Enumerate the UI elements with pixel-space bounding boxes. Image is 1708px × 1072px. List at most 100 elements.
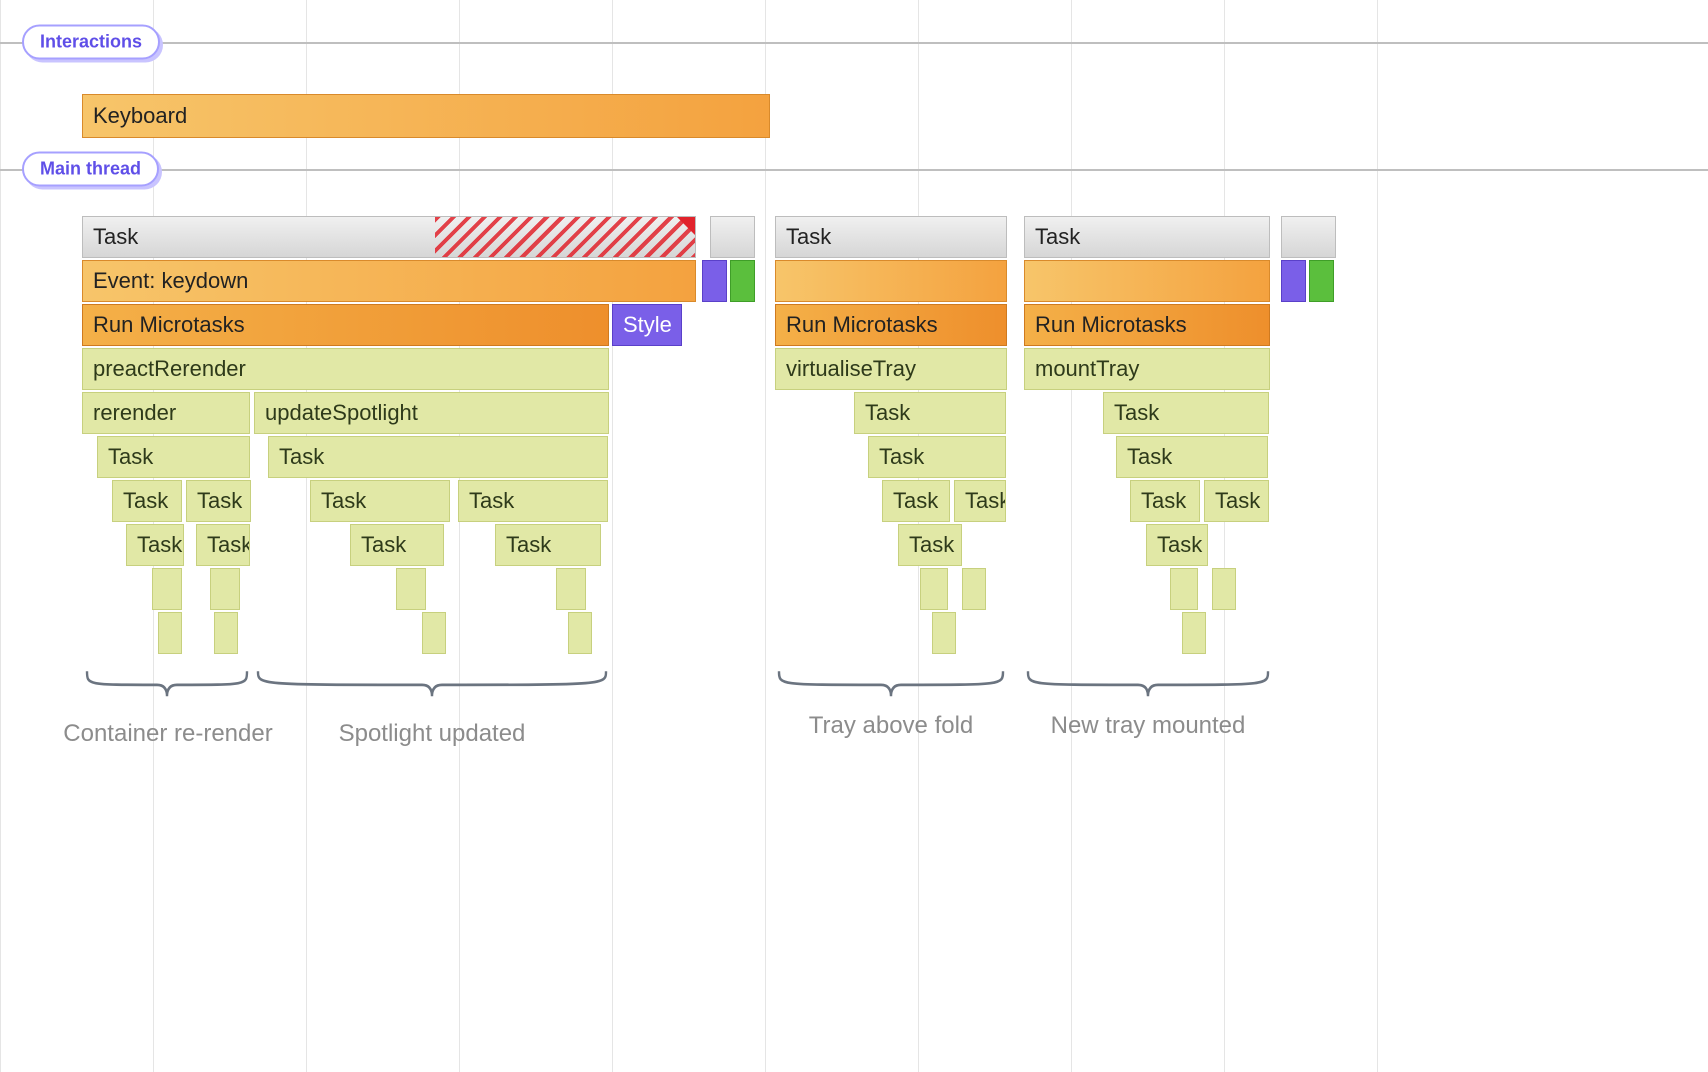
paint-sliver[interactable] bbox=[1281, 260, 1306, 302]
brace-label: New tray mounted bbox=[1051, 712, 1246, 740]
task-leaf[interactable]: Task bbox=[350, 524, 444, 566]
task-leaf[interactable]: Task bbox=[1130, 480, 1200, 522]
task-leaf[interactable]: Task bbox=[898, 524, 962, 566]
style-bar[interactable]: Style bbox=[612, 304, 682, 346]
event-bar[interactable] bbox=[1024, 260, 1270, 302]
bar-label: Task bbox=[786, 224, 831, 250]
task-tiny[interactable] bbox=[1212, 568, 1236, 610]
bar-label: Run Microtasks bbox=[1035, 312, 1187, 338]
task-leaf[interactable]: Task bbox=[954, 480, 1006, 522]
brace-label: Tray above fold bbox=[809, 712, 974, 740]
task-leaf[interactable]: Task bbox=[458, 480, 608, 522]
task-tiny[interactable] bbox=[210, 568, 240, 610]
interactions-label: Interactions bbox=[40, 32, 142, 52]
bar-label: Event: keydown bbox=[93, 268, 248, 294]
bar-label: Task bbox=[321, 488, 366, 514]
task-leaf[interactable]: Task bbox=[1204, 480, 1269, 522]
preact-rerender-bar[interactable]: preactRerender bbox=[82, 348, 609, 390]
task-tiny[interactable] bbox=[1170, 568, 1198, 610]
run-microtasks-bar[interactable]: Run Microtasks bbox=[82, 304, 609, 346]
event-bar[interactable] bbox=[775, 260, 1007, 302]
paint-sliver[interactable] bbox=[730, 260, 755, 302]
run-microtasks-bar[interactable]: Run Microtasks bbox=[775, 304, 1007, 346]
task-tiny[interactable] bbox=[932, 612, 956, 654]
bar-label: rerender bbox=[93, 400, 176, 426]
task-tiny[interactable] bbox=[962, 568, 986, 610]
brace-new-tray-mounted bbox=[1026, 669, 1270, 703]
rerender-bar[interactable]: rerender bbox=[82, 392, 250, 434]
task-tiny[interactable] bbox=[152, 568, 182, 610]
task-leaf[interactable]: Task bbox=[1146, 524, 1208, 566]
mount-tray-bar[interactable]: mountTray bbox=[1024, 348, 1270, 390]
bar-label: preactRerender bbox=[93, 356, 246, 382]
task-leaf[interactable]: Task bbox=[1116, 436, 1268, 478]
brace-container-rerender bbox=[85, 669, 249, 703]
task-tiny[interactable] bbox=[920, 568, 948, 610]
bar-label: updateSpotlight bbox=[265, 400, 418, 426]
task-leaf[interactable]: Task bbox=[854, 392, 1006, 434]
task-leaf[interactable]: Task bbox=[1103, 392, 1269, 434]
bar-label: Task bbox=[893, 488, 938, 514]
task-tiny[interactable] bbox=[422, 612, 446, 654]
task-leaf[interactable]: Task bbox=[186, 480, 251, 522]
task-leaf[interactable]: Task bbox=[310, 480, 450, 522]
task-bar[interactable]: Task bbox=[82, 216, 696, 258]
task-tiny[interactable] bbox=[568, 612, 592, 654]
task-tiny[interactable] bbox=[158, 612, 182, 654]
bar-label: Task bbox=[361, 532, 406, 558]
task-bar[interactable]: Task bbox=[775, 216, 1007, 258]
task-tiny[interactable] bbox=[214, 612, 238, 654]
bar-label: Run Microtasks bbox=[786, 312, 938, 338]
main-thread-pill[interactable]: Main thread bbox=[22, 152, 159, 187]
event-keydown-bar[interactable]: Event: keydown bbox=[82, 260, 696, 302]
task-sliver[interactable] bbox=[1281, 216, 1336, 258]
bar-label: Task bbox=[909, 532, 954, 558]
tick-line bbox=[765, 0, 766, 1072]
tick-line bbox=[1377, 0, 1378, 1072]
task-leaf[interactable]: Task bbox=[268, 436, 608, 478]
task-sliver[interactable] bbox=[710, 216, 755, 258]
task-tiny[interactable] bbox=[396, 568, 426, 610]
task-leaf[interactable]: Task bbox=[112, 480, 182, 522]
long-task-hatch bbox=[435, 217, 696, 257]
task-tiny[interactable] bbox=[556, 568, 586, 610]
bar-label: Task bbox=[207, 532, 250, 558]
task-leaf[interactable]: Task bbox=[882, 480, 950, 522]
virtualise-tray-bar[interactable]: virtualiseTray bbox=[775, 348, 1007, 390]
brace-label: Spotlight updated bbox=[339, 720, 526, 748]
bar-label: Style bbox=[623, 312, 672, 338]
task-leaf[interactable]: Task bbox=[868, 436, 1006, 478]
bar-label: Task bbox=[879, 444, 924, 470]
brace-spotlight-updated bbox=[256, 669, 608, 703]
tick-line bbox=[459, 0, 460, 1072]
task-leaf[interactable]: Task bbox=[126, 524, 184, 566]
bar-label: Task bbox=[469, 488, 514, 514]
bar-label: Task bbox=[123, 488, 168, 514]
keyboard-bar[interactable]: Keyboard bbox=[82, 94, 770, 138]
task-tiny[interactable] bbox=[1182, 612, 1206, 654]
main-thread-label: Main thread bbox=[40, 159, 141, 179]
task-leaf[interactable]: Task bbox=[196, 524, 250, 566]
tick-line bbox=[306, 0, 307, 1072]
tick-line bbox=[612, 0, 613, 1072]
interactions-rule bbox=[0, 42, 1708, 44]
paint-sliver[interactable] bbox=[702, 260, 727, 302]
main-thread-rule bbox=[0, 169, 1708, 171]
bar-label: mountTray bbox=[1035, 356, 1139, 382]
brace-label: Container re-render bbox=[63, 720, 272, 748]
bar-label: Task bbox=[108, 444, 153, 470]
bar-label: Task bbox=[137, 532, 182, 558]
bar-label: Task bbox=[1035, 224, 1080, 250]
brace-tray-above-fold bbox=[777, 669, 1005, 703]
paint-sliver[interactable] bbox=[1309, 260, 1334, 302]
bar-label: Task bbox=[506, 532, 551, 558]
task-leaf[interactable]: Task bbox=[97, 436, 250, 478]
task-bar[interactable]: Task bbox=[1024, 216, 1270, 258]
tick-line bbox=[0, 0, 1, 1072]
bar-label: Task bbox=[865, 400, 910, 426]
task-leaf[interactable]: Task bbox=[495, 524, 601, 566]
tick-line bbox=[1071, 0, 1072, 1072]
update-spotlight-bar[interactable]: updateSpotlight bbox=[254, 392, 609, 434]
run-microtasks-bar[interactable]: Run Microtasks bbox=[1024, 304, 1270, 346]
interactions-pill[interactable]: Interactions bbox=[22, 25, 160, 60]
